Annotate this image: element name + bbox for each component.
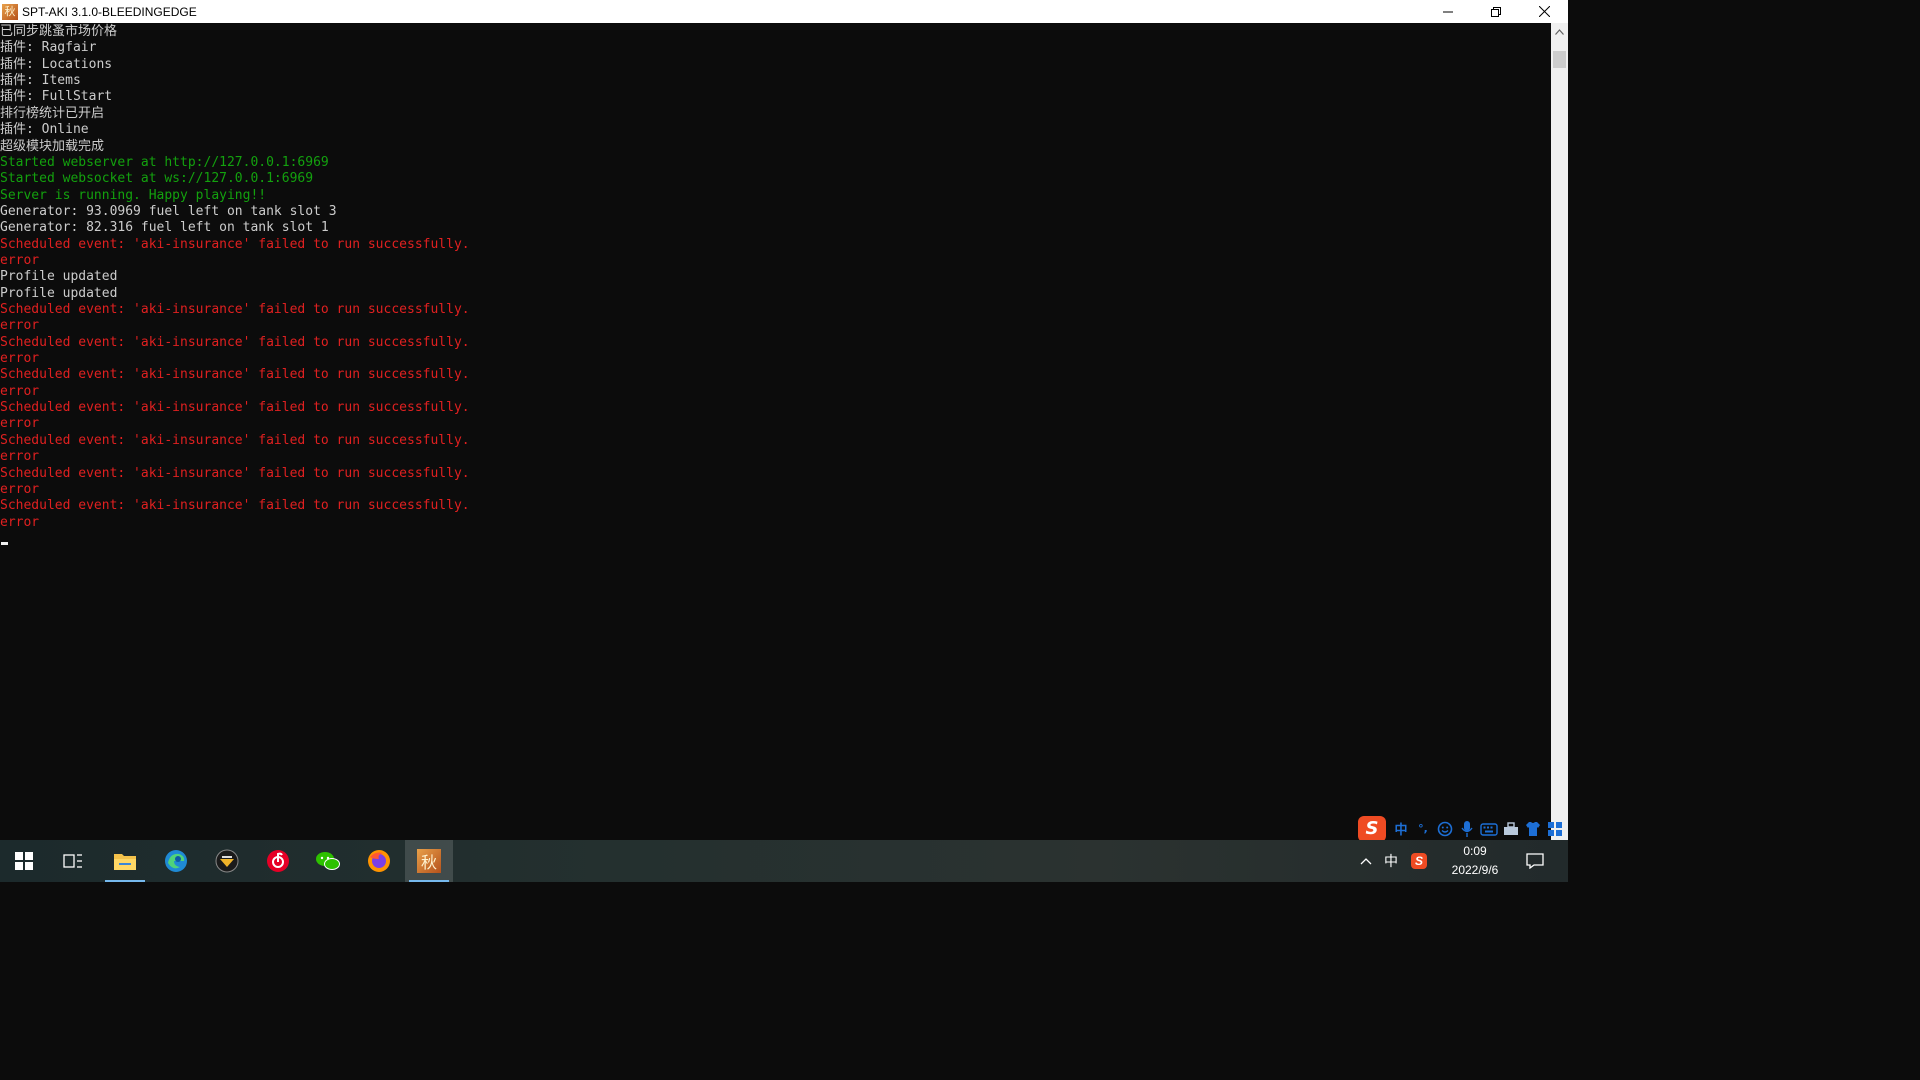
netease-music-icon [267,850,289,872]
minimize-button[interactable] [1424,0,1472,23]
edge-icon [165,850,187,872]
tray-ime-mode[interactable]: 中 [1380,840,1402,882]
app-icon: 秋 [2,3,18,20]
restore-button[interactable] [1472,0,1520,23]
file-explorer-icon [114,854,136,870]
console-line: 已同步跳蚤市场价格 [0,24,118,39]
console-line: 插件: Locations [0,56,113,72]
console-line: Scheduled event: 'aki-insurance' failed … [0,400,470,416]
start-button[interactable] [0,840,48,882]
taskbar: 秋 中 S 0:09 2022/9/6 [0,840,1568,882]
console-line: Scheduled event: 'aki-insurance' failed … [0,334,470,350]
console-line: 插件: Ragfair [0,40,97,56]
chevron-up-icon [1360,858,1372,865]
console-line: error [0,318,40,334]
console-line: error [0,351,40,366]
console-line: Started websocket at ws://127.0.0.1:6969 [0,171,314,187]
console-line: Server is running. Happy playing!! [0,187,267,203]
spt-aki-icon: 秋 [417,849,441,873]
console-line: error [0,252,40,268]
scroll-up-button[interactable] [1551,23,1568,40]
window-controls [1424,0,1568,23]
console-line: 插件: Online [0,122,89,138]
action-center-button[interactable] [1522,840,1548,882]
keyboard-icon[interactable] [1478,818,1500,840]
grid-icon[interactable] [1544,818,1566,840]
console-line: Scheduled event: 'aki-insurance' failed … [0,432,470,448]
minimize-icon [1443,11,1453,12]
wechat-icon [316,852,340,870]
console-line: 插件: Items [0,73,81,89]
file-explorer-button[interactable] [101,840,149,882]
console-line: Profile updated [0,285,118,301]
ime-toolbar[interactable]: S 中 °, [1358,815,1568,842]
app-launcher-button[interactable] [203,840,251,882]
console-line: error [0,514,40,530]
spt-aki-button[interactable]: 秋 [405,840,453,882]
firefox-icon [368,850,390,872]
scroll-thumb[interactable] [1553,51,1566,68]
task-view-icon [63,854,82,868]
console-line: 超级模块加载完成 [0,138,105,154]
sogou-logo-icon[interactable]: S [1358,815,1386,842]
toolbox-icon[interactable] [1500,818,1522,840]
console-line: Profile updated [0,269,118,285]
ime-punct-toggle[interactable]: °, [1412,818,1434,840]
clock-time: 0:09 [1463,844,1487,858]
wechat-button[interactable] [304,840,352,882]
task-view-button[interactable] [49,840,97,882]
console-line: Generator: 93.0969 fuel left on tank slo… [0,203,337,219]
console-line: error [0,383,40,399]
app-launcher-icon [215,849,239,873]
restore-icon [1491,6,1501,17]
tray-sogou-icon[interactable]: S [1408,840,1430,882]
console-line: Scheduled event: 'aki-insurance' failed … [0,236,470,252]
chevron-up-icon [1555,28,1564,35]
console-line: Scheduled event: 'aki-insurance' failed … [0,498,470,514]
edge-button[interactable] [152,840,200,882]
console-output[interactable]: 已同步跳蚤市场价格 插件: Ragfair 插件: Locations 插件: Ite… [0,23,1551,840]
ime-mode-toggle[interactable]: 中 [1390,818,1412,840]
emoji-icon[interactable] [1434,818,1456,840]
console-line: Scheduled event: 'aki-insurance' failed … [0,302,470,317]
console-line: Started webserver at http://127.0.0.1:69… [0,154,329,170]
console-line: error [0,416,40,432]
console-line: Generator: 82.316 fuel left on tank slot… [0,220,329,236]
netease-music-button[interactable] [254,840,302,882]
console-line: 插件: FullStart [0,89,113,105]
console-line: Scheduled event: 'aki-insurance' failed … [0,465,470,481]
notification-icon [1526,853,1544,869]
firefox-button[interactable] [355,840,403,882]
console-line: error [0,449,40,465]
console-line: error [0,481,40,497]
close-button[interactable] [1520,0,1568,23]
console-cursor [1,542,8,545]
window-titlebar[interactable]: 秋 SPT-AKI 3.1.0-BLEEDINGEDGE [0,0,1568,23]
console-line: 排行榜统计已开启 [0,105,105,121]
window-title: SPT-AKI 3.1.0-BLEEDINGEDGE [22,4,197,19]
console-line: Scheduled event: 'aki-insurance' failed … [0,367,470,383]
microphone-icon[interactable] [1456,818,1478,840]
tray-overflow-button[interactable] [1356,840,1376,882]
close-icon [1538,6,1550,17]
skin-icon[interactable] [1522,818,1544,840]
clock-date: 2022/9/6 [1451,863,1499,877]
taskbar-clock[interactable]: 0:09 2022/9/6 [1444,840,1506,882]
start-icon [15,852,33,870]
console-scrollbar[interactable] [1551,23,1568,840]
